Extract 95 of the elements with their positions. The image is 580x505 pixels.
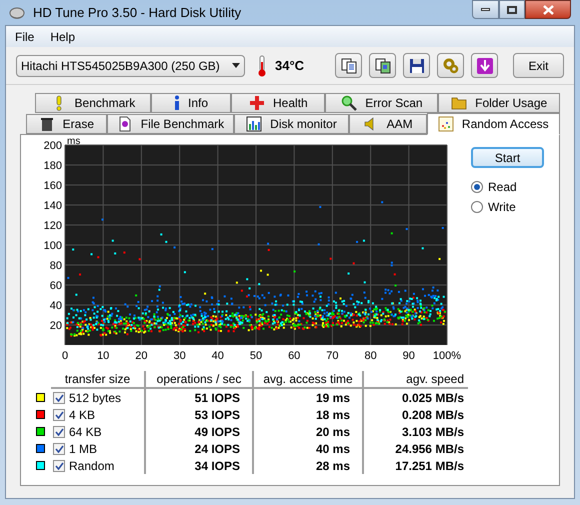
tab[interactable]: File Benchmark — [106, 114, 234, 134]
file-icon — [116, 116, 133, 132]
tab[interactable]: Health — [231, 93, 326, 113]
toolbar-button[interactable] — [403, 53, 430, 78]
copy-image-icon — [374, 56, 392, 74]
copy-text-icon — [340, 56, 358, 74]
y-axis-label: 20 — [50, 320, 62, 332]
table-cell-text: 49 IOPS — [194, 424, 240, 440]
close-icon — [542, 4, 554, 14]
y-axis-label: 40 — [50, 300, 62, 312]
caret-icon — [232, 63, 240, 68]
column-header: operations / sec — [156, 371, 242, 388]
menu-item[interactable]: File — [15, 28, 34, 46]
y-axis-label: 160 — [44, 180, 62, 192]
table-cell-text: 64 KB — [69, 424, 102, 440]
tab[interactable]: Folder Usage — [438, 93, 560, 113]
bar-chart-icon — [246, 116, 262, 132]
x-axis-label: 80 — [364, 350, 377, 362]
y-axis-label: 140 — [44, 200, 62, 212]
tab[interactable]: AAM — [348, 114, 427, 134]
y-axis-label: 80 — [50, 260, 62, 272]
table-cell-text: 0.025 MB/s — [402, 390, 464, 406]
checkbox[interactable] — [53, 460, 65, 472]
toolbar-button[interactable] — [369, 53, 396, 78]
table-cell-text: 24 IOPS — [194, 440, 240, 458]
y-axis-label: 120 — [44, 220, 62, 232]
checkbox[interactable] — [53, 426, 65, 438]
info-icon — [174, 95, 180, 111]
x-axis-label: 60 — [288, 350, 300, 362]
folder-icon — [451, 95, 468, 111]
tab[interactable]: Error Scan — [325, 93, 438, 113]
radio-label: Write — [488, 199, 516, 216]
tab[interactable]: Erase — [26, 114, 107, 134]
close-button[interactable] — [525, 0, 571, 19]
y-axis-label: 60 — [50, 280, 62, 292]
radio-button[interactable] — [471, 181, 483, 193]
table-cell-text: 3.103 MB/s — [402, 424, 464, 440]
maximize-icon — [507, 6, 517, 14]
axis-unit: ms — [67, 136, 80, 147]
column-header: avg. access time — [263, 371, 353, 388]
radio-button[interactable] — [471, 201, 483, 213]
column-header: transfer size — [64, 371, 130, 388]
tab[interactable]: Info — [150, 93, 232, 113]
minimize-button[interactable] — [472, 0, 499, 19]
menu-item[interactable]: Help — [50, 28, 76, 46]
table-cell-text: Random — [69, 458, 114, 474]
temperature-reading: 34°C — [275, 56, 304, 75]
x-axis-label: 100% — [432, 350, 462, 362]
checkbox[interactable] — [53, 408, 65, 420]
y-axis-label: 100 — [44, 240, 62, 252]
x-axis-label: 40 — [212, 350, 224, 362]
table-cell-text: 51 IOPS — [194, 390, 240, 406]
drive-dropdown[interactable]: Hitachi HTS545025B9A300 (250 GB) — [16, 54, 245, 76]
table-cell-text: 34 IOPS — [194, 458, 240, 474]
maximize-button[interactable] — [499, 0, 525, 19]
trash-icon — [38, 116, 55, 132]
search-icon — [341, 95, 358, 111]
thermometer-icon — [257, 54, 267, 76]
y-axis-label: 180 — [44, 160, 62, 172]
x-axis-label: 10 — [97, 350, 110, 362]
table-cell-text: 24.956 MB/s — [395, 440, 464, 458]
y-axis-label: 200 — [44, 140, 62, 152]
x-axis-label: 90 — [402, 350, 415, 362]
x-axis-label: 20 — [135, 350, 148, 362]
tab[interactable]: Disk monitor — [234, 114, 349, 134]
table-cell-text: 20 ms — [316, 424, 350, 440]
window-title: HD Tune Pro 3.50 - Hard Disk Utility — [33, 4, 242, 22]
scatter-icon — [438, 116, 454, 132]
table-cell-text: 512 bytes — [69, 390, 122, 406]
checkbox[interactable] — [53, 442, 65, 454]
toolbar-button[interactable] — [471, 53, 498, 78]
x-axis-label: 30 — [173, 350, 186, 362]
table-cell-text: 28 ms — [316, 458, 350, 474]
x-axis-label: 0 — [62, 350, 68, 362]
start-button[interactable]: Start — [471, 147, 544, 168]
exit-button[interactable]: Exit — [513, 53, 564, 78]
cross-icon — [249, 95, 266, 111]
table-cell-text: 4 KB — [69, 406, 96, 424]
table-cell-text: 1 MB — [69, 440, 98, 458]
x-axis-label: 50 — [250, 350, 262, 362]
minimize-icon — [481, 8, 490, 11]
table-cell-text: 0.208 MB/s — [402, 406, 464, 424]
table-cell-text: 19 ms — [316, 390, 350, 406]
tab[interactable]: Benchmark — [35, 93, 151, 113]
disk-icon — [9, 4, 25, 20]
x-axis-label: 70 — [326, 350, 339, 362]
radio-label: Read — [488, 179, 517, 196]
table-cell-text: 40 ms — [316, 440, 350, 458]
table-cell-text: 17.251 MB/s — [395, 458, 464, 474]
tab[interactable]: Random Access — [426, 113, 560, 135]
table-cell-text: 53 IOPS — [194, 406, 240, 424]
checkbox[interactable] — [53, 392, 65, 404]
table-cell-text: 18 ms — [316, 406, 350, 424]
toolbar-button[interactable] — [335, 53, 362, 78]
column-header: agv. speed — [406, 371, 464, 388]
